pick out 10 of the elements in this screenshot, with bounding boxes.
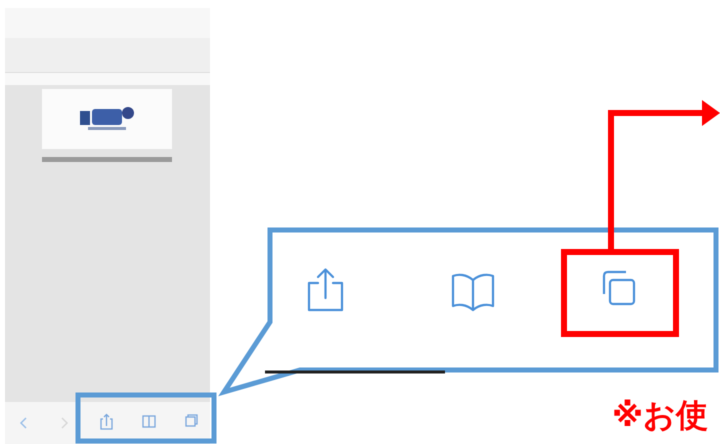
share-icon[interactable]: [308, 268, 344, 312]
note-text: ※お使: [612, 396, 708, 434]
book-icon[interactable]: [142, 415, 156, 428]
book-icon[interactable]: [452, 274, 494, 312]
tabs-icon[interactable]: [602, 270, 636, 306]
forward-icon[interactable]: [61, 417, 68, 429]
address-bar[interactable]: [5, 38, 210, 73]
back-icon[interactable]: [20, 417, 27, 429]
tabs-icon[interactable]: [185, 414, 198, 427]
share-icon[interactable]: [100, 414, 113, 430]
